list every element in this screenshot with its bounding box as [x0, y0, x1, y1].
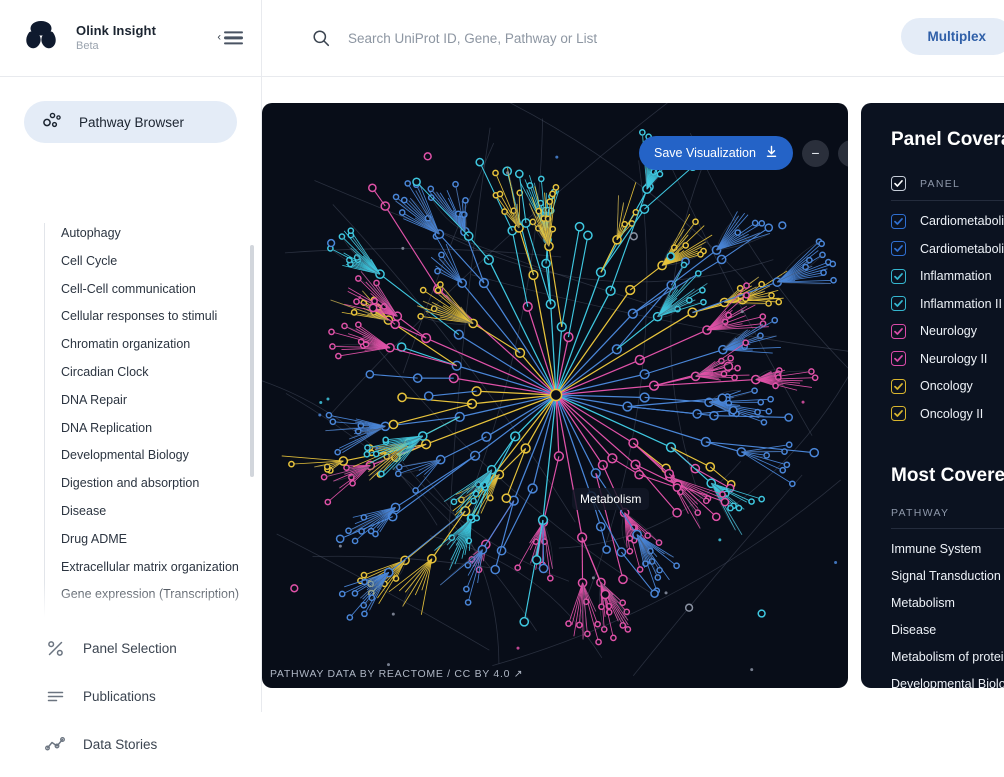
most-covered-title: Most Covered	[861, 465, 1004, 487]
sidebar-item-label: Pathway Browser	[79, 115, 184, 130]
select-all-panels-checkbox[interactable]	[891, 176, 906, 191]
pathway-list-item[interactable]: Gene expression (Transcription)	[61, 584, 258, 606]
panel-coverage-title: Panel Coverage	[861, 103, 1004, 151]
multiplex-button[interactable]: Multiplex	[901, 18, 1004, 55]
pathway-list-item[interactable]: Extracellular matrix organization	[61, 557, 258, 579]
panel-row[interactable]: Inflammation II	[891, 296, 1004, 311]
sidebar-item-publications[interactable]: Publications	[44, 681, 254, 711]
panel-checkbox[interactable]	[891, 324, 906, 339]
panel-label: Cardiometabolic II	[920, 242, 1004, 256]
search-zone	[262, 0, 1004, 76]
pathway-column-header-label: PATHWAY	[891, 507, 1004, 519]
pathway-list-item[interactable]: Cell-Cell communication	[61, 279, 258, 301]
brand-zone: Olink Insight Beta ‹	[0, 0, 262, 76]
pathway-visualization-canvas[interactable]: Save Visualization − + Metabolism PATHWA…	[262, 103, 848, 688]
most-covered-row[interactable]: Signal Transduction	[891, 569, 1004, 583]
list-lines-icon	[44, 687, 66, 706]
panel-row[interactable]: Neurology II	[891, 351, 1004, 366]
app-header: Olink Insight Beta ‹ Multiplex	[0, 0, 1004, 77]
reactome-attribution-link[interactable]: PATHWAY DATA BY REACTOME / CC BY 4.0 ↗	[270, 668, 523, 680]
panel-label: Inflammation II	[920, 297, 1002, 311]
most-covered-row[interactable]: Disease	[891, 623, 1004, 637]
pathway-header-divider	[891, 528, 1004, 529]
pathway-nodes-icon	[42, 109, 64, 136]
panel-row[interactable]: Cardiometabolic II	[891, 241, 1004, 256]
search-input[interactable]	[346, 30, 766, 47]
most-covered-row[interactable]: Developmental Biology	[891, 677, 1004, 688]
brand-subtitle: Beta	[76, 40, 156, 53]
pathway-list-item[interactable]: Digestion and absorption	[61, 473, 258, 495]
hamburger-icon	[224, 31, 243, 44]
pathway-list-item[interactable]: Disease	[61, 501, 258, 523]
panel-label: Inflammation	[920, 269, 992, 283]
zoom-out-button[interactable]: −	[802, 140, 829, 167]
pathway-network-graph	[262, 103, 848, 688]
line-chart-icon	[44, 735, 66, 754]
most-covered-list: Immune System Signal Transduction Metaboli…	[861, 542, 1004, 688]
brand-title: Olink Insight	[76, 23, 156, 39]
panel-checkbox[interactable]	[891, 379, 906, 394]
collapse-menu-icon[interactable]: ‹	[217, 31, 243, 44]
hub-node-label: Metabolism	[572, 488, 649, 510]
sidebar-bottom-nav: Panel Selection Publications	[44, 633, 254, 777]
right-panel: Panel Coverage PANEL CardiometabolicCard…	[861, 103, 1004, 688]
olink-trefoil-logo	[20, 17, 62, 59]
panel-checkbox[interactable]	[891, 296, 906, 311]
sidebar-item-pathway-browser[interactable]: Pathway Browser	[24, 101, 237, 143]
sidebar-item-data-stories[interactable]: Data Stories	[44, 729, 254, 759]
panel-label: Neurology II	[920, 352, 987, 366]
download-icon	[765, 145, 778, 161]
most-covered-row[interactable]: Immune System	[891, 542, 1004, 556]
panel-checkbox[interactable]	[891, 214, 906, 229]
search-icon	[312, 29, 330, 47]
pathway-list-item[interactable]: Hemostasis	[61, 612, 258, 619]
pathway-list-item[interactable]: Cellular responses to stimuli	[61, 306, 258, 328]
most-covered-row[interactable]: Metabolism of proteins	[891, 650, 1004, 664]
panel-label: Neurology	[920, 324, 977, 338]
panel-list: Cardiometabolic Cardiometabolic II Inflamm…	[861, 214, 1004, 422]
panel-label: Oncology II	[920, 407, 983, 421]
save-visualization-button[interactable]: Save Visualization	[639, 136, 793, 170]
panel-row[interactable]: Oncology II	[891, 406, 1004, 421]
pathway-list-item[interactable]: Chromatin organization	[61, 334, 258, 356]
pathway-list-scrollbar[interactable]	[250, 245, 254, 477]
panel-row[interactable]: Inflammation	[891, 269, 1004, 284]
pathway-list-item[interactable]: Cell Cycle	[61, 251, 258, 273]
pathway-list-item[interactable]: DNA Replication	[61, 418, 258, 440]
panel-checkbox[interactable]	[891, 241, 906, 256]
sidebar-item-panel-selection[interactable]: Panel Selection	[44, 633, 254, 663]
zoom-in-button[interactable]: +	[838, 140, 848, 167]
visualization-toolbar: Save Visualization − +	[639, 136, 848, 170]
sidebar-item-label: Panel Selection	[83, 641, 177, 656]
pathway-list[interactable]: Autophagy Cell Cycle Cell-Cell communicati…	[44, 223, 258, 619]
pathway-list-item[interactable]: Drug ADME	[61, 529, 258, 551]
panel-column-header-label: PANEL	[920, 178, 960, 190]
panel-checkbox[interactable]	[891, 351, 906, 366]
chevron-left-icon: ‹	[217, 32, 221, 43]
panel-label: Oncology	[920, 379, 973, 393]
panel-checkbox[interactable]	[891, 269, 906, 284]
percent-icon	[44, 639, 66, 658]
brand-text: Olink Insight Beta	[76, 23, 156, 54]
panel-row[interactable]: Neurology	[891, 324, 1004, 339]
pathway-list-items: Autophagy Cell Cycle Cell-Cell communicati…	[61, 223, 258, 619]
panel-row[interactable]: Cardiometabolic	[891, 214, 1004, 229]
panel-row[interactable]: Oncology	[891, 379, 1004, 394]
pathway-list-item[interactable]: Autophagy	[61, 223, 258, 245]
sidebar: Pathway Browser Autophagy Cell Cycle Cell-…	[0, 77, 262, 712]
pathway-list-item[interactable]: DNA Repair	[61, 390, 258, 412]
save-visualization-label: Save Visualization	[654, 146, 756, 160]
pathway-list-item[interactable]: Developmental Biology	[61, 445, 258, 467]
sidebar-item-label: Data Stories	[83, 737, 157, 752]
sidebar-item-label: Publications	[83, 689, 156, 704]
panel-header-divider	[891, 200, 1004, 201]
pathway-list-item[interactable]: Circadian Clock	[61, 362, 258, 384]
most-covered-row[interactable]: Metabolism	[891, 596, 1004, 610]
panel-checkbox[interactable]	[891, 406, 906, 421]
panel-label: Cardiometabolic	[920, 214, 1004, 228]
panel-column-header-row: PANEL	[891, 176, 1004, 191]
